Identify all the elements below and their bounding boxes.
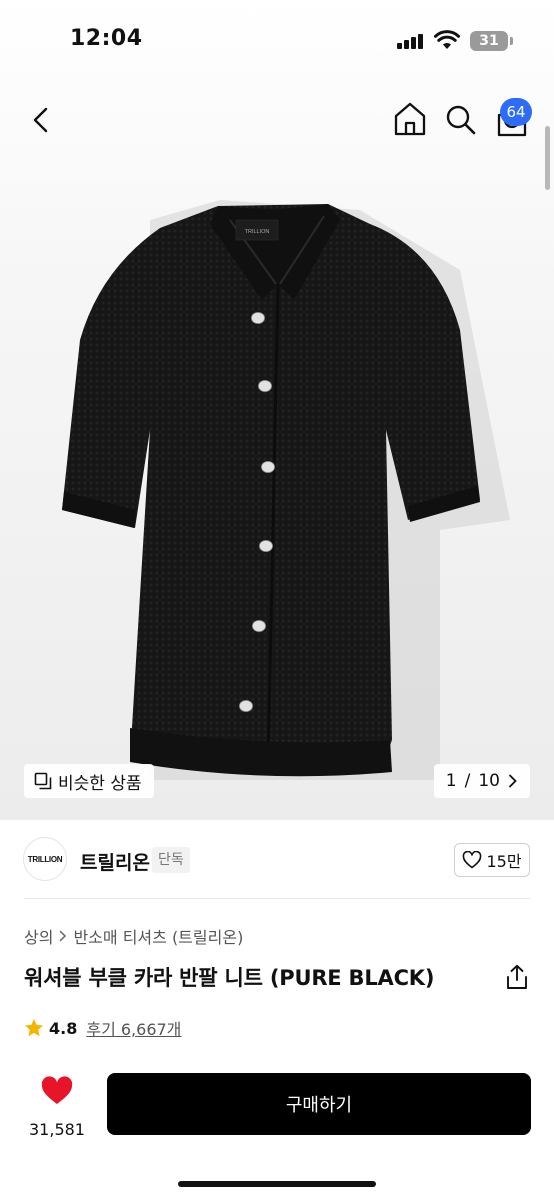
page-current: 1 <box>445 771 457 791</box>
page-total: 10 <box>478 771 500 791</box>
home-indicator <box>178 1181 376 1187</box>
brand-name[interactable]: 트릴리온 <box>80 848 150 875</box>
brand-like-count: 15만 <box>486 852 522 871</box>
page-separator: / <box>464 771 471 791</box>
back-arrow-icon[interactable] <box>26 104 58 136</box>
rating-row: 4.8 후기 6,667개 <box>24 1016 181 1040</box>
home-icon[interactable] <box>393 101 427 137</box>
breadcrumb-subcategory[interactable]: 반소매 티셔츠 (트릴리온) <box>73 924 243 948</box>
exclusive-tag: 단독 <box>152 847 190 873</box>
search-icon[interactable] <box>445 104 477 136</box>
star-icon <box>25 1019 43 1037</box>
brand-logo-text: TRILLION <box>27 854 63 864</box>
buy-button[interactable]: 구매하기 <box>107 1073 531 1135</box>
section-divider <box>24 898 530 899</box>
status-bar: 12:04 31 <box>0 0 554 84</box>
similar-products-button[interactable]: 비슷한 상품 <box>24 764 154 798</box>
share-icon[interactable] <box>505 964 529 990</box>
cart-count-badge: 64 <box>500 98 532 126</box>
image-page-counter[interactable]: 1 / 10 <box>433 764 530 798</box>
brand-row: TRILLION 트릴리온 단독 15만 <box>0 820 554 900</box>
chevron-right-icon <box>509 774 517 788</box>
similar-products-icon <box>34 772 52 790</box>
chevron-right-icon <box>60 930 67 942</box>
scroll-indicator[interactable] <box>545 126 550 190</box>
breadcrumb: 상의 반소매 티셔츠 (트릴리온) <box>24 924 243 948</box>
review-count-link[interactable]: 후기 6,667개 <box>86 1016 181 1040</box>
rating-value: 4.8 <box>49 1018 78 1038</box>
cellular-signal-icon <box>397 33 423 49</box>
brand-like-button[interactable]: 15만 <box>454 843 530 877</box>
wifi-icon <box>434 30 460 49</box>
product-title: 워셔블 부클 카라 반팔 니트 (PURE BLACK) <box>24 966 435 990</box>
battery-cap <box>510 37 513 45</box>
product-image[interactable]: TRILLION <box>40 180 520 800</box>
battery-indicator: 31 <box>470 31 508 51</box>
bottom-action-bar: 31,581 구매하기 <box>0 1060 554 1200</box>
heart-outline-icon <box>463 851 482 869</box>
brand-logo[interactable]: TRILLION <box>23 837 67 881</box>
wishlist-button[interactable]: 31,581 <box>24 1072 90 1139</box>
similar-products-label: 비슷한 상품 <box>58 773 142 794</box>
heart-filled-icon <box>41 1076 73 1104</box>
breadcrumb-category[interactable]: 상의 <box>24 924 53 948</box>
shirt-label-text: TRILLION <box>245 229 270 235</box>
status-time: 12:04 <box>70 26 143 51</box>
wishlist-count: 31,581 <box>29 1120 85 1139</box>
product-hero: 12:04 31 64 TRILLION 비슷한 상품 1 / 10 <box>0 0 554 820</box>
